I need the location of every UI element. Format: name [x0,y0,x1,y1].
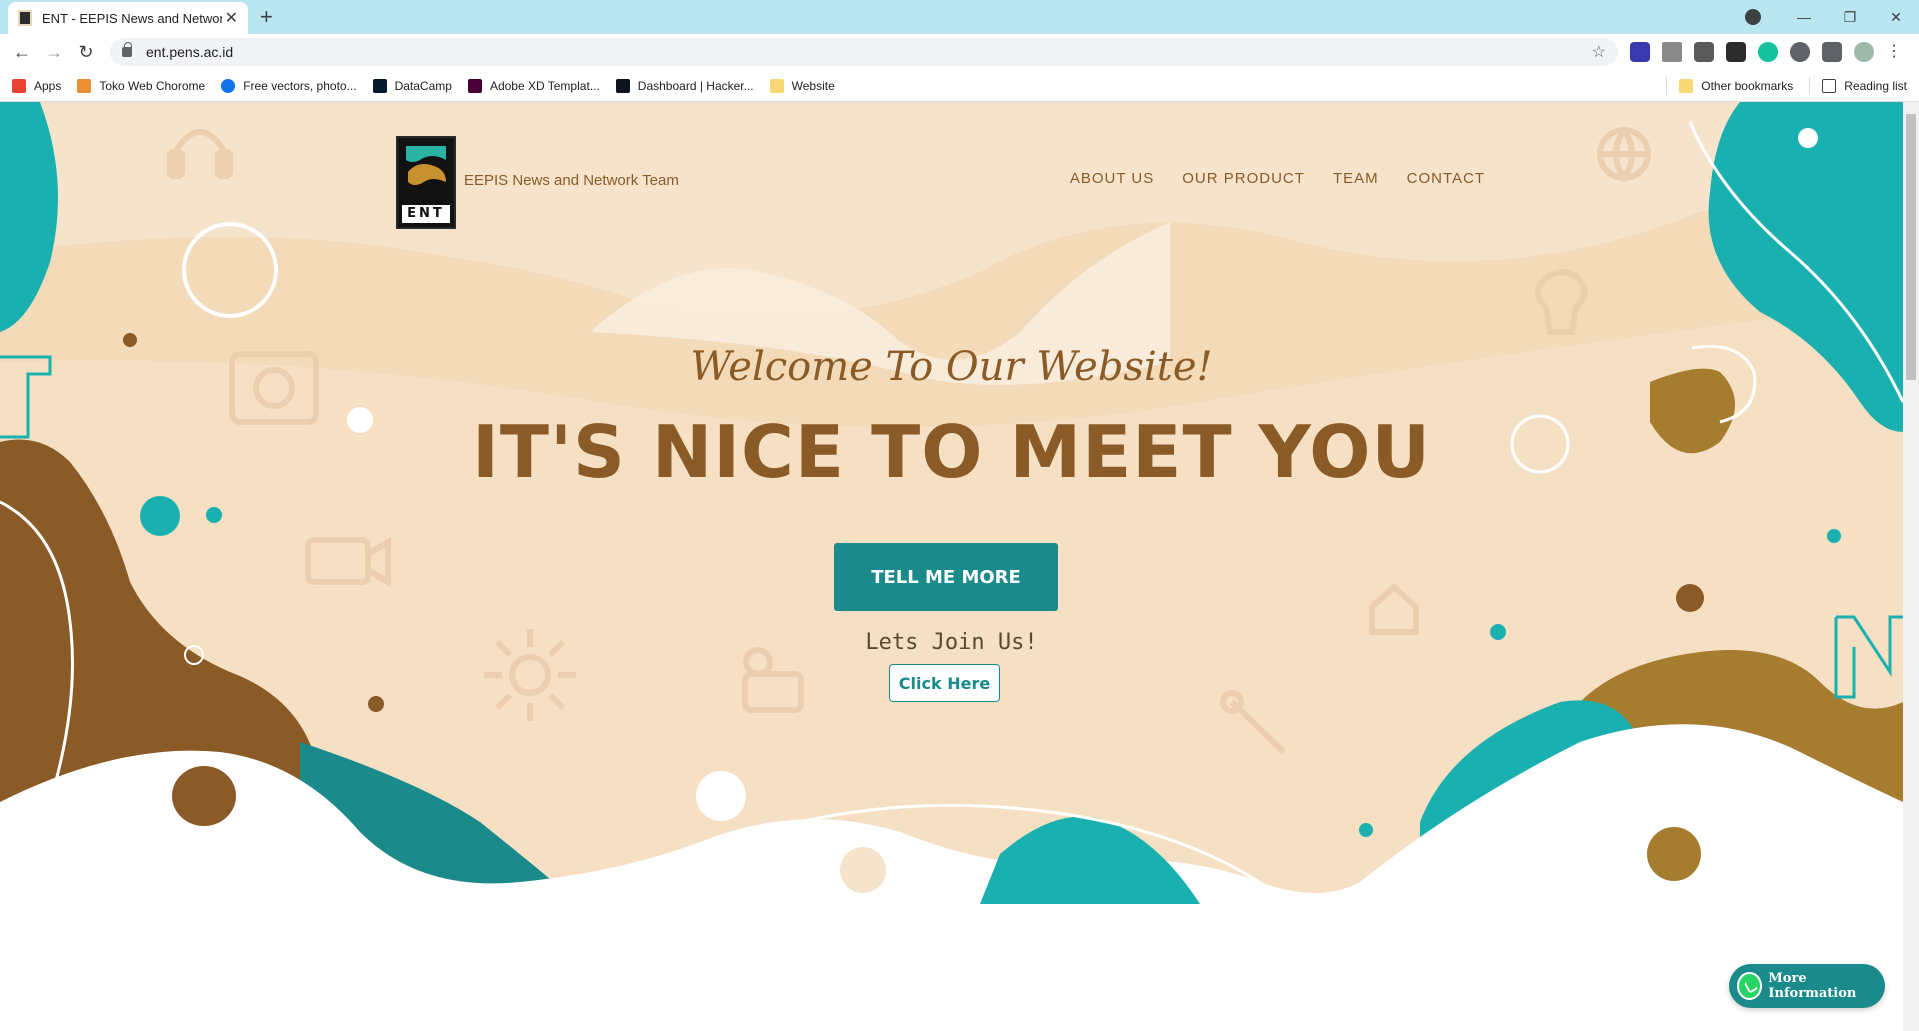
close-tab-icon[interactable]: ✕ [225,8,238,28]
apps-grid-icon [12,78,26,93]
close-window-icon[interactable]: ✕ [1873,9,1919,26]
browser-tab-strip: ENT - EEPIS News and Network T ✕ + — ❐ ✕ [0,0,1919,34]
back-icon[interactable]: ← [10,40,34,64]
bookmark-datacamp[interactable]: DataCamp [372,78,452,93]
folder-icon [1679,79,1694,93]
nav-our-product[interactable]: OUR PRODUCT [1182,170,1305,187]
window-controls: — ❐ ✕ [1745,0,1919,34]
extension-icon[interactable] [1630,42,1650,62]
page-scrollbar[interactable] [1903,102,1919,1031]
bookmark-star-icon[interactable]: ☆ [1592,42,1606,62]
nav-contact[interactable]: CONTACT [1407,170,1485,187]
hackerrank-icon [615,78,630,93]
restore-icon[interactable]: ❐ [1827,9,1873,26]
click-here-button[interactable]: Click Here [889,664,1000,702]
bookmark-apps[interactable]: Apps [12,78,61,93]
chrome-web-store-icon [77,78,92,93]
extension-icon[interactable] [1790,42,1810,62]
welcome-subtitle: Welcome To Our Website! [690,344,1213,390]
bookmark-toko-web[interactable]: Toko Web Chorome [77,78,205,93]
bookmark-adobe-xd[interactable]: Adobe XD Templat... [467,78,600,93]
tab-title: ENT - EEPIS News and Network T [42,10,222,26]
menu-kebab-icon[interactable]: ⋮ [1886,42,1902,62]
bookmark-website-folder[interactable]: Website [769,78,835,93]
puzzle-extensions-icon[interactable] [1822,42,1842,62]
scrollbar-thumb[interactable] [1906,114,1916,380]
minimize-icon[interactable]: — [1781,9,1827,25]
nav-team[interactable]: TEAM [1333,170,1379,187]
main-navigation: ABOUT US OUR PRODUCT TEAM CONTACT [1070,170,1485,187]
reading-list[interactable]: Reading list [1822,79,1907,93]
hero-decorative-background [0,102,1903,904]
bookmarks-right: Other bookmarks Reading list [1666,70,1907,102]
divider [1666,77,1668,95]
bookmark-freepik[interactable]: Free vectors, photo... [221,78,357,93]
reading-list-icon [1822,79,1837,93]
logo-artwork-icon [402,142,450,202]
other-bookmarks[interactable]: Other bookmarks [1679,79,1793,93]
nav-about-us[interactable]: ABOUT US [1070,170,1154,187]
bookmark-hackerrank[interactable]: Dashboard | Hacker... [615,78,754,93]
profile-avatar-icon[interactable] [1854,42,1874,62]
bookmarks-bar: Apps Toko Web Chorome Free vectors, phot… [0,70,1919,102]
browser-toolbar: ← → ↻ ent.pens.ac.id ☆ ⋮ [0,34,1919,70]
extension-icon[interactable] [1694,42,1714,62]
new-tab-icon[interactable]: + [260,4,273,30]
grammarly-icon[interactable] [1758,42,1778,62]
ent-logo[interactable]: ENT [396,136,456,229]
folder-icon [769,78,784,93]
page-viewport: ENT EEPIS News and Network Team ABOUT US… [0,102,1903,1031]
address-bar[interactable]: ent.pens.ac.id ☆ [110,38,1618,66]
forward-icon[interactable]: → [42,40,66,64]
whatsapp-more-info-button[interactable]: More Information [1729,964,1885,1008]
tab-search-icon[interactable] [1745,9,1761,25]
url-text[interactable]: ent.pens.ac.id [146,44,233,60]
join-text: Lets Join Us! [865,630,1038,655]
whatsapp-icon [1737,972,1763,1000]
hero-headline: IT'S NICE TO MEET YOU [472,410,1431,494]
reload-icon[interactable]: ↻ [74,40,98,64]
datacamp-icon [372,78,387,93]
whatsapp-label: More Information [1768,971,1857,1001]
extension-icon[interactable] [1662,42,1682,62]
brand-name[interactable]: EEPIS News and Network Team [464,172,679,189]
extensions-area: ⋮ [1630,42,1902,62]
extension-icon[interactable] [1726,42,1746,62]
divider [1809,77,1811,95]
lock-icon[interactable] [122,42,132,57]
browser-tab[interactable]: ENT - EEPIS News and Network T ✕ [8,2,248,34]
hero-section: ENT EEPIS News and Network Team ABOUT US… [0,102,1903,904]
freepik-icon [221,78,236,93]
site-favicon-icon [18,10,32,26]
adobe-xd-icon [467,78,482,93]
tell-me-more-button[interactable]: TELL ME MORE [834,543,1058,611]
logo-text: ENT [402,205,450,223]
